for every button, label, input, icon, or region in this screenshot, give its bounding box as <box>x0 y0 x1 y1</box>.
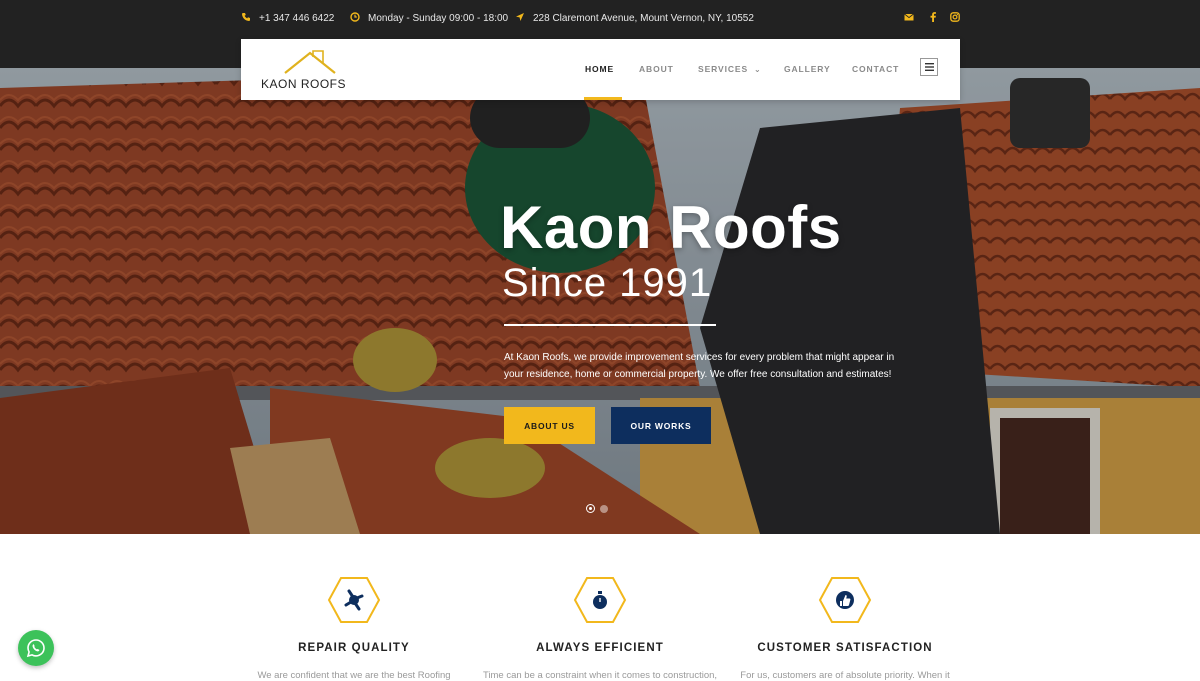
mail-icon[interactable] <box>904 12 914 25</box>
feature-customer-satisfaction: CUSTOMER SATISFACTION For us, customers … <box>725 576 965 681</box>
whatsapp-icon <box>26 639 45 658</box>
slider-dot-2[interactable] <box>600 504 608 513</box>
our-works-button[interactable]: OUR WORKS <box>611 407 711 444</box>
hero-description: At Kaon Roofs, we provide improvement se… <box>504 352 895 380</box>
thumbs-up-icon <box>818 577 872 623</box>
slider-dots <box>586 504 608 513</box>
feature-text: Time can be a constraint when it comes t… <box>482 670 718 681</box>
hero-title: Kaon Roofs <box>500 194 842 261</box>
about-us-button[interactable]: ABOUT US <box>504 407 595 444</box>
chevron-down-icon: ⌄ <box>754 65 762 74</box>
feature-repair-quality: REPAIR QUALITY We are confident that we … <box>234 576 474 681</box>
hero-subtitle: Since 1991 <box>502 261 713 305</box>
hero-slider: Kaon Roofs Since 1991 At Kaon Roofs, we … <box>0 68 1200 534</box>
nav-about[interactable]: ABOUT <box>639 64 674 74</box>
feature-title: CUSTOMER SATISFACTION <box>757 642 933 654</box>
location-icon <box>515 12 525 25</box>
nav-services[interactable]: SERVICES ⌄ <box>698 64 762 74</box>
address-info: 228 Claremont Avenue, Mount Vernon, NY, … <box>515 12 754 25</box>
phone-number: +1 347 446 6422 <box>259 13 335 24</box>
stopwatch-icon <box>573 577 627 623</box>
repair-icon <box>327 577 381 623</box>
whatsapp-button[interactable] <box>18 630 54 666</box>
logo-text: KAON ROOFS <box>261 77 347 91</box>
slider-dot-1[interactable] <box>586 504 595 513</box>
nav-home[interactable]: HOME <box>585 64 614 74</box>
nav-services-label: SERVICES <box>698 64 749 74</box>
instagram-icon[interactable] <box>950 12 960 25</box>
main-navigation: KAON ROOFS HOME ABOUT SERVICES ⌄ GALLERY … <box>241 39 960 100</box>
feature-title: ALWAYS EFFICIENT <box>536 642 664 654</box>
phone-info[interactable]: +1 347 446 6422 <box>241 12 334 25</box>
facebook-icon[interactable] <box>929 12 937 25</box>
nav-contact[interactable]: CONTACT <box>852 64 899 74</box>
feature-always-efficient: ALWAYS EFFICIENT Time can be a constrain… <box>480 576 720 681</box>
feature-title: REPAIR QUALITY <box>298 642 410 654</box>
opening-hours: Monday - Sunday 09:00 - 18:00 <box>368 13 509 24</box>
hours-info: Monday - Sunday 09:00 - 18:00 <box>350 12 508 25</box>
hero-divider <box>504 324 716 326</box>
roof-logo-icon <box>284 50 336 74</box>
hamburger-icon <box>924 63 934 71</box>
nav-active-indicator <box>584 97 622 100</box>
menu-button[interactable] <box>920 58 938 76</box>
clock-icon <box>350 12 360 25</box>
address-text: 228 Claremont Avenue, Mount Vernon, NY, … <box>533 13 754 24</box>
nav-gallery[interactable]: GALLERY <box>784 64 831 74</box>
phone-icon <box>241 12 251 25</box>
feature-text: We are confident that we are the best Ro… <box>257 670 451 681</box>
feature-text: For us, customers are of absolute priori… <box>740 670 950 681</box>
site-logo[interactable]: KAON ROOFS <box>261 49 353 91</box>
